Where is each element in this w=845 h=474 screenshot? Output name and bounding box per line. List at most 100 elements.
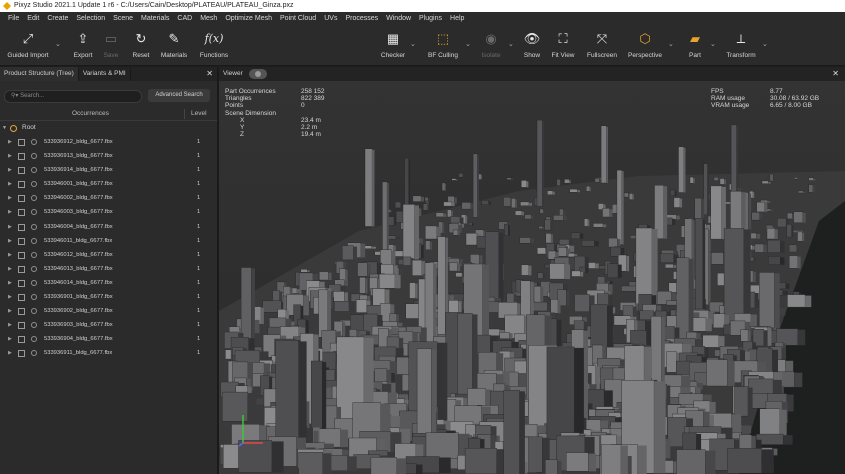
functions-button[interactable]: f(x) Functions	[197, 29, 231, 63]
isolate-button[interactable]: ◉ Isolate	[478, 29, 504, 63]
tree-row[interactable]: ▶ 533936913_bldg_6677.fbx 1	[0, 149, 217, 163]
chevron-down-icon[interactable]: ⌄	[508, 40, 514, 48]
expand-arrow-icon[interactable]: ▶	[8, 290, 12, 304]
3d-viewport[interactable]: Part Occurrences Triangles Points Scene …	[219, 81, 845, 474]
chevron-down-icon[interactable]: ⌄	[410, 40, 416, 48]
visibility-checkbox[interactable]	[18, 237, 25, 245]
expand-arrow-icon[interactable]: ▶	[8, 205, 12, 219]
menu-edit[interactable]: Edit	[23, 12, 43, 25]
column-divider[interactable]	[184, 109, 185, 119]
menu-materials[interactable]: Materials	[137, 12, 173, 25]
export-button[interactable]: ⇪ Export	[70, 29, 96, 63]
visibility-checkbox[interactable]	[18, 223, 25, 231]
tree-row[interactable]: ▶ 533936904_bldg_6677.fbx 1	[0, 332, 217, 346]
expand-arrow-icon[interactable]: ▼	[2, 121, 7, 135]
tree-row[interactable]: ▶ 533946014_bldg_6677.fbx 1	[0, 276, 217, 290]
checker-button[interactable]: ▦ Checker	[378, 29, 408, 63]
tree-row[interactable]: ▶ 533936902_bldg_6677.fbx 1	[0, 304, 217, 318]
menu-selection[interactable]: Selection	[72, 12, 109, 25]
tree-row[interactable]: ▶ 533946003_bldg_6677.fbx 1	[0, 205, 217, 219]
expand-arrow-icon[interactable]: ▶	[8, 276, 12, 290]
chevron-down-icon[interactable]: ⌄	[710, 40, 716, 48]
menu-processes[interactable]: Processes	[341, 12, 382, 25]
visibility-checkbox[interactable]	[18, 181, 25, 189]
tree-row[interactable]: ▶ 533946011_bldg_6677.fbx 1	[0, 234, 217, 248]
tree-row[interactable]: ▶ 533936912_bldg_6677.fbx 1	[0, 135, 217, 149]
expand-arrow-icon[interactable]: ▶	[8, 163, 12, 177]
expand-arrow-icon[interactable]: ▶	[8, 191, 12, 205]
menu-point-cloud[interactable]: Point Cloud	[276, 12, 320, 25]
materials-button[interactable]: ✎ Materials	[158, 29, 190, 63]
show-button[interactable]: 👁 Show	[521, 29, 543, 63]
expand-arrow-icon[interactable]: ▶	[8, 149, 12, 163]
expand-arrow-icon[interactable]: ▶	[8, 177, 12, 191]
viewer-toggle[interactable]	[249, 69, 267, 79]
expand-arrow-icon[interactable]: ▶	[8, 262, 12, 276]
expand-arrow-icon[interactable]: ▶	[8, 234, 12, 248]
expand-arrow-icon[interactable]: ▶	[8, 318, 12, 332]
menu-uvs[interactable]: UVs	[320, 12, 341, 25]
building-side	[395, 236, 400, 240]
guided-import-button[interactable]: ⤢ Guided Import	[4, 29, 52, 63]
visibility-checkbox[interactable]	[18, 139, 25, 146]
tree-row[interactable]: ▶ 533936903_bldg_6677.fbx 1	[0, 318, 217, 332]
expand-arrow-icon[interactable]: ▶	[8, 332, 12, 346]
chevron-down-icon[interactable]: ⌄	[762, 40, 768, 48]
level-column-header[interactable]: Level	[191, 107, 207, 121]
tree-row[interactable]: ▶ 533946013_bldg_6677.fbx 1	[0, 262, 217, 276]
visibility-checkbox[interactable]	[18, 294, 25, 302]
visibility-checkbox[interactable]	[18, 209, 25, 217]
visibility-checkbox[interactable]	[18, 350, 25, 358]
perspective-button[interactable]: ⬡ Perspective	[626, 29, 664, 63]
menu-mesh[interactable]: Mesh	[196, 12, 221, 25]
close-icon[interactable]: ✕	[202, 67, 217, 81]
visibility-checkbox[interactable]	[18, 336, 25, 344]
tree-row[interactable]: ▶ 533946004_bldg_6677.fbx 1	[0, 220, 217, 234]
visibility-checkbox[interactable]	[18, 153, 25, 161]
tab-viewer[interactable]: Viewer	[223, 67, 243, 81]
tree-row[interactable]: ▶ 533946001_bldg_6677.fbx 1	[0, 177, 217, 191]
transform-button[interactable]: ⟂ Transform	[722, 29, 760, 63]
visibility-checkbox[interactable]	[18, 308, 25, 316]
visibility-checkbox[interactable]	[18, 167, 25, 175]
fullscreen-button[interactable]: ⤧ Fullscreen	[585, 29, 619, 63]
chevron-down-icon[interactable]: ⌄	[465, 40, 471, 48]
expand-arrow-icon[interactable]: ▶	[8, 220, 12, 234]
chevron-down-icon[interactable]: ⌄	[55, 40, 61, 48]
visibility-checkbox[interactable]	[18, 279, 25, 287]
menu-cad[interactable]: CAD	[173, 12, 196, 25]
save-button[interactable]: ▭ Save	[101, 29, 121, 63]
expand-arrow-icon[interactable]: ▶	[8, 346, 12, 360]
expand-arrow-icon[interactable]: ▶	[8, 248, 12, 262]
visibility-checkbox[interactable]	[18, 265, 25, 273]
menu-plugins[interactable]: Plugins	[415, 12, 446, 25]
fit-view-button[interactable]: ⛶ Fit View	[549, 29, 577, 63]
tree-row[interactable]: ▶ 533936914_bldg_6677.fbx 1	[0, 163, 217, 177]
tree-row[interactable]: ▶ 533946002_bldg_6677.fbx 1	[0, 191, 217, 205]
tab-product-structure[interactable]: Product Structure (Tree)	[0, 67, 79, 81]
visibility-checkbox[interactable]	[18, 322, 25, 330]
close-icon[interactable]: ✕	[832, 67, 839, 81]
reset-button[interactable]: ↻ Reset	[130, 29, 152, 63]
visibility-checkbox[interactable]	[18, 251, 25, 259]
tree-row[interactable]: ▶ 533936911_bldg_6677.fbx 1	[0, 346, 217, 360]
part-button[interactable]: ▰ Part	[682, 29, 708, 63]
menu-window[interactable]: Window	[382, 12, 415, 25]
expand-arrow-icon[interactable]: ▶	[8, 304, 12, 318]
menu-optimize-mesh[interactable]: Optimize Mesh	[221, 12, 276, 25]
visibility-checkbox[interactable]	[18, 195, 25, 203]
expand-arrow-icon[interactable]: ▶	[8, 135, 12, 149]
occurrences-column-header[interactable]: Occurrences	[72, 107, 109, 121]
advanced-search-button[interactable]: Advanced Search	[148, 89, 210, 102]
menu-file[interactable]: File	[4, 12, 23, 25]
bf-culling-button[interactable]: ⬚ BF Culling	[424, 29, 462, 63]
search-input[interactable]: ⚲▾ Search...	[4, 90, 142, 103]
menu-scene[interactable]: Scene	[109, 12, 137, 25]
menu-help[interactable]: Help	[446, 12, 468, 25]
tab-variants-pmi[interactable]: Variants & PMI	[79, 67, 131, 81]
chevron-down-icon[interactable]: ⌄	[668, 40, 674, 48]
tree-row[interactable]: ▶ 533936901_bldg_6677.fbx 1	[0, 290, 217, 304]
menu-create[interactable]: Create	[43, 12, 72, 25]
tree-root[interactable]: ▼ Root	[0, 121, 217, 135]
tree-row[interactable]: ▶ 533946012_bldg_6677.fbx 1	[0, 248, 217, 262]
